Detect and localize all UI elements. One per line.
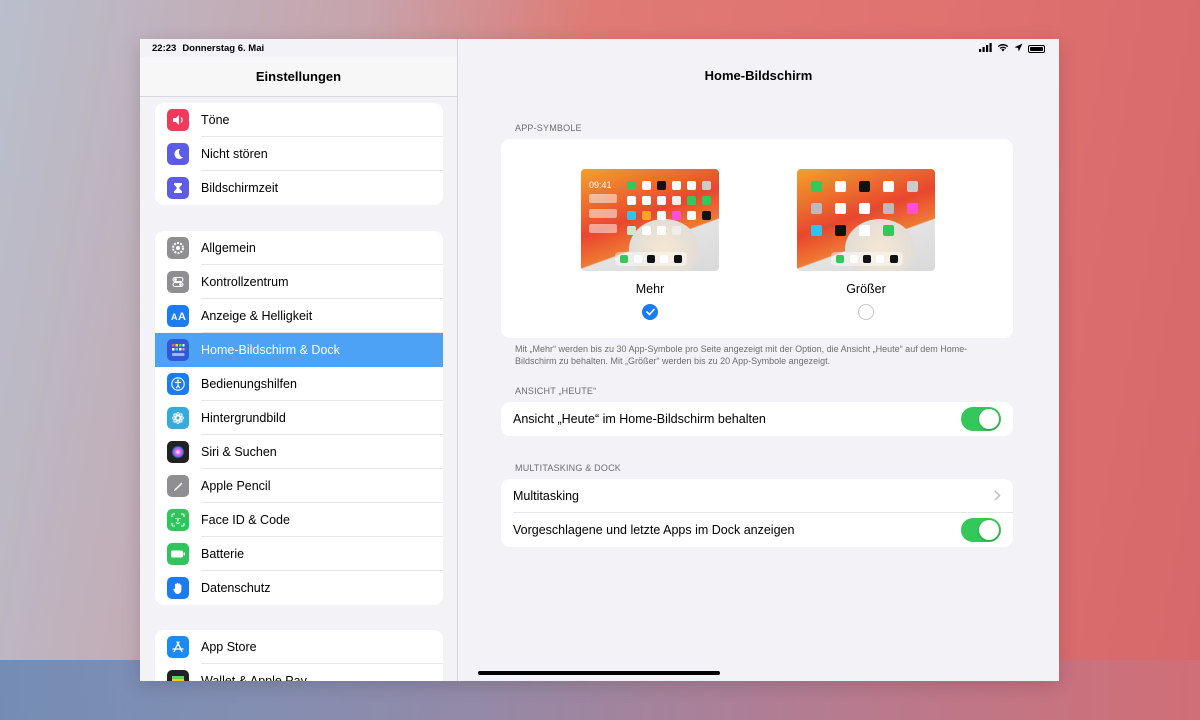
- chevron-right-icon: [994, 488, 1001, 504]
- gear-icon: [167, 237, 189, 259]
- cellular-signal-icon: [979, 43, 992, 54]
- sidebar-item-label: Apple Pencil: [201, 469, 443, 503]
- sidebar-item-wallet-apple-pay[interactable]: Wallet & Apple Pay: [155, 664, 443, 681]
- sidebar-item-label: Bedienungshilfen: [201, 367, 443, 401]
- sidebar-group-store: App Store Wallet & Apple Pay: [155, 630, 443, 681]
- page-title: Home-Bildschirm: [704, 68, 813, 83]
- toggles-icon: [167, 271, 189, 293]
- svg-text:A: A: [171, 312, 178, 322]
- today-view-toggle[interactable]: [961, 407, 1001, 431]
- sidebar-item-label: Siri & Suchen: [201, 435, 443, 469]
- svg-text:A: A: [178, 311, 186, 322]
- sidebar-item-label: Hintergrundbild: [201, 401, 443, 435]
- sidebar-item-label: Datenschutz: [201, 581, 271, 595]
- battery-status-icon: [1028, 44, 1045, 53]
- wallet-icon: [167, 670, 189, 681]
- sidebar-group-sounds: Töne Nicht stören Bildschirmzeit: [155, 103, 443, 205]
- sidebar-item-siri-suchen[interactable]: Siri & Suchen: [155, 435, 443, 469]
- sidebar-item-home-bildschirm-dock[interactable]: Home-Bildschirm & Dock: [155, 333, 443, 367]
- battery-icon: [167, 543, 189, 565]
- sidebar-item-anzeige-helligkeit[interactable]: AA Anzeige & Helligkeit: [155, 299, 443, 333]
- sidebar-item-label: Nicht stören: [201, 137, 443, 171]
- sidebar-item-bedienungshilfen[interactable]: Bedienungshilfen: [155, 367, 443, 401]
- sidebar-title: Einstellungen: [140, 57, 457, 97]
- home-indicator[interactable]: [478, 671, 720, 675]
- sidebar-item-label: Kontrollzentrum: [201, 265, 443, 299]
- suggested-apps-toggle[interactable]: [961, 518, 1001, 542]
- app-icons-card: 09:41 Mehr Größer: [501, 139, 1013, 338]
- sidebar-item-label: Töne: [201, 103, 443, 137]
- home-grid-icon: [167, 339, 189, 361]
- multitasking-label: Multitasking: [513, 489, 579, 503]
- suggested-apps-label: Vorgeschlagene und letzte Apps im Dock a…: [513, 523, 795, 537]
- section-label-today: ANSICHT „HEUTE“: [515, 386, 597, 396]
- option-bigger-label: Größer: [846, 282, 886, 296]
- preview-time: 09:41: [589, 180, 612, 190]
- status-time: 22:23: [152, 43, 177, 54]
- sidebar-item-label: Home-Bildschirm & Dock: [201, 342, 340, 357]
- option-more[interactable]: 09:41 Mehr: [581, 169, 719, 320]
- today-view-row: Ansicht „Heute“ im Home-Bildschirm behal…: [501, 402, 1013, 436]
- preview-more: 09:41: [581, 169, 719, 271]
- multitasking-row[interactable]: Multitasking: [501, 479, 1013, 513]
- preview-bigger: [797, 169, 935, 271]
- status-bar-left: 22:23 Donnerstag 6. Mai: [152, 43, 264, 54]
- sidebar-item-label: Bildschirmzeit: [201, 181, 279, 195]
- sidebar-item-label: Face ID & Code: [201, 503, 443, 537]
- face-id-icon: [167, 509, 189, 531]
- option-more-label: Mehr: [635, 282, 665, 296]
- sidebar-item-label: Allgemein: [201, 231, 443, 265]
- flower-icon: [167, 407, 189, 429]
- app-store-icon: [167, 636, 189, 658]
- sidebar-item-kontrollzentrum[interactable]: Kontrollzentrum: [155, 265, 443, 299]
- sidebar-item-allgemein[interactable]: Allgemein: [155, 231, 443, 265]
- sidebar-item-nicht-stoeren[interactable]: Nicht stören: [155, 137, 443, 171]
- sidebar-item-toene[interactable]: Töne: [155, 103, 443, 137]
- speaker-icon: [167, 109, 189, 131]
- sidebar-item-label: Anzeige & Helligkeit: [201, 299, 443, 333]
- sidebar-group-general: Allgemein Kontrollzentrum AA Anzeige & H…: [155, 231, 443, 605]
- siri-icon: [167, 441, 189, 463]
- sidebar-item-face-id-code[interactable]: Face ID & Code: [155, 503, 443, 537]
- today-card: Ansicht „Heute“ im Home-Bildschirm behal…: [501, 402, 1013, 436]
- pencil-icon: [167, 475, 189, 497]
- suggested-apps-row: Vorgeschlagene und letzte Apps im Dock a…: [501, 513, 1013, 547]
- sidebar-item-bildschirmzeit[interactable]: Bildschirmzeit: [155, 171, 443, 205]
- ipad-screen: 22:23 Donnerstag 6. Mai Töne Nicht störe…: [140, 39, 1059, 681]
- section-label-app-icons: APP-SYMBOLE: [515, 123, 582, 133]
- sidebar-item-batterie[interactable]: Batterie: [155, 537, 443, 571]
- detail-pane: Home-Bildschirm APP-SYMBOLE 09:41 Mehr G…: [458, 39, 1059, 681]
- status-date: Donnerstag 6. Mai: [182, 43, 265, 54]
- status-bar-right: [979, 43, 1045, 54]
- sidebar-item-label: Batterie: [201, 537, 443, 571]
- hand-icon: [167, 577, 189, 599]
- moon-icon: [167, 143, 189, 165]
- section-label-multitasking: MULTITASKING & DOCK: [515, 463, 621, 473]
- settings-sidebar: 22:23 Donnerstag 6. Mai Töne Nicht störe…: [140, 39, 458, 681]
- sidebar-item-app-store[interactable]: App Store: [155, 630, 443, 664]
- multitasking-card: Multitasking Vorgeschlagene und letzte A…: [501, 479, 1013, 547]
- hourglass-icon: [167, 177, 189, 199]
- option-bigger-radio[interactable]: [858, 304, 874, 320]
- sidebar-item-label: App Store: [201, 630, 443, 664]
- sidebar-item-label: Wallet & Apple Pay: [201, 674, 307, 681]
- sidebar-item-datenschutz[interactable]: Datenschutz: [155, 571, 443, 605]
- app-icons-footnote: Mit „Mehr“ werden bis zu 30 App-Symbole …: [515, 344, 968, 366]
- accessibility-icon: [167, 373, 189, 395]
- text-size-icon: AA: [167, 305, 189, 327]
- wifi-icon: [997, 43, 1009, 54]
- location-arrow-icon: [1014, 43, 1023, 54]
- sidebar-item-apple-pencil[interactable]: Apple Pencil: [155, 469, 443, 503]
- option-more-radio[interactable]: [642, 304, 658, 320]
- today-view-label: Ansicht „Heute“ im Home-Bildschirm behal…: [513, 412, 766, 426]
- sidebar-item-hintergrundbild[interactable]: Hintergrundbild: [155, 401, 443, 435]
- option-bigger[interactable]: Größer: [797, 169, 935, 320]
